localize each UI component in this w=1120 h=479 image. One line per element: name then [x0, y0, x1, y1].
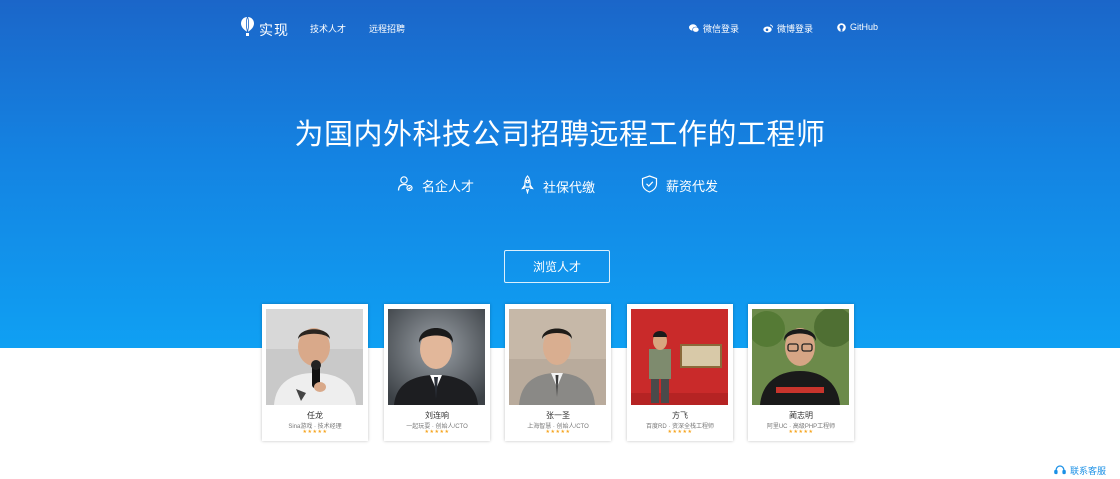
candidate-photo: [631, 309, 728, 405]
candidate-rating: ★★★★★: [667, 429, 693, 435]
weibo-login-label: 微博登录: [777, 24, 814, 34]
candidate-card[interactable]: 蔺志明 阿里UC · 高级PHP工程师 ★★★★★: [748, 304, 854, 441]
candidate-rating: ★★★★★: [424, 429, 450, 435]
support-icon: [1054, 464, 1066, 477]
balloon-logo-icon: [241, 16, 254, 42]
shield-check-icon: [641, 175, 658, 196]
feature-item-salary: 薪资代发: [641, 175, 718, 196]
browse-talent-button[interactable]: 浏览人才: [504, 250, 610, 283]
wechat-icon: [689, 24, 699, 33]
hero-headline: 为国内外科技公司招聘远程工作的工程师: [294, 119, 826, 151]
wechat-login-link[interactable]: 微信登录: [689, 22, 739, 35]
github-icon: [837, 22, 846, 32]
candidate-name: 蔺志明: [789, 411, 813, 420]
feature-label-talent: 名企人才: [422, 178, 475, 194]
github-login-label: GitHub: [850, 22, 879, 32]
candidate-rating: ★★★★★: [302, 429, 328, 435]
candidate-card[interactable]: 张一圣 上海智慧 · 创始人/CTO ★★★★★: [505, 304, 611, 441]
candidate-card[interactable]: 任龙 Sina游戏 · 技术经理 ★★★★★: [262, 304, 368, 441]
contact-support-label: 联系客服: [1070, 466, 1107, 476]
candidate-photo: [509, 309, 606, 405]
nav-link-remote-hiring[interactable]: 远程招聘: [369, 22, 405, 35]
candidate-name: 张一圣: [546, 411, 570, 420]
candidate-photo: [266, 309, 363, 405]
candidate-card[interactable]: 方飞 百度RD · 资深全栈工程师 ★★★★★: [627, 304, 733, 441]
feature-item-talent: 名企人才: [397, 175, 474, 195]
candidate-name: 刘连响: [425, 411, 449, 420]
nav-link-talent[interactable]: 技术人才: [310, 22, 346, 35]
candidate-photo: [752, 309, 849, 405]
candidate-card[interactable]: 刘连响 一起玩耍 · 创始人/CTO ★★★★★: [384, 304, 490, 441]
weibo-icon: [763, 24, 773, 33]
candidate-rating: ★★★★★: [788, 429, 814, 435]
weibo-login-link[interactable]: 微博登录: [763, 22, 813, 35]
candidate-name: 任龙: [307, 411, 323, 420]
candidate-rating: ★★★★★: [545, 429, 571, 435]
brand-name: 实现: [259, 21, 289, 38]
candidate-photo: [388, 309, 485, 405]
top-navbar: 实现 技术人才 远程招聘 微信登录 微博登录 GitHub: [0, 0, 1120, 56]
feature-label-social-insurance: 社保代缴: [543, 179, 596, 195]
contact-support-link[interactable]: 联系客服: [1054, 464, 1106, 477]
rocket-icon: [520, 175, 535, 197]
feature-item-social-insurance: 社保代缴: [520, 175, 595, 197]
github-login-link[interactable]: GitHub: [837, 22, 878, 32]
feature-label-salary: 薪资代发: [666, 179, 719, 194]
user-badge-icon: [397, 175, 414, 195]
candidate-name: 方飞: [672, 411, 688, 420]
brand-logo[interactable]: 实现: [241, 16, 289, 42]
wechat-login-label: 微信登录: [703, 24, 740, 34]
